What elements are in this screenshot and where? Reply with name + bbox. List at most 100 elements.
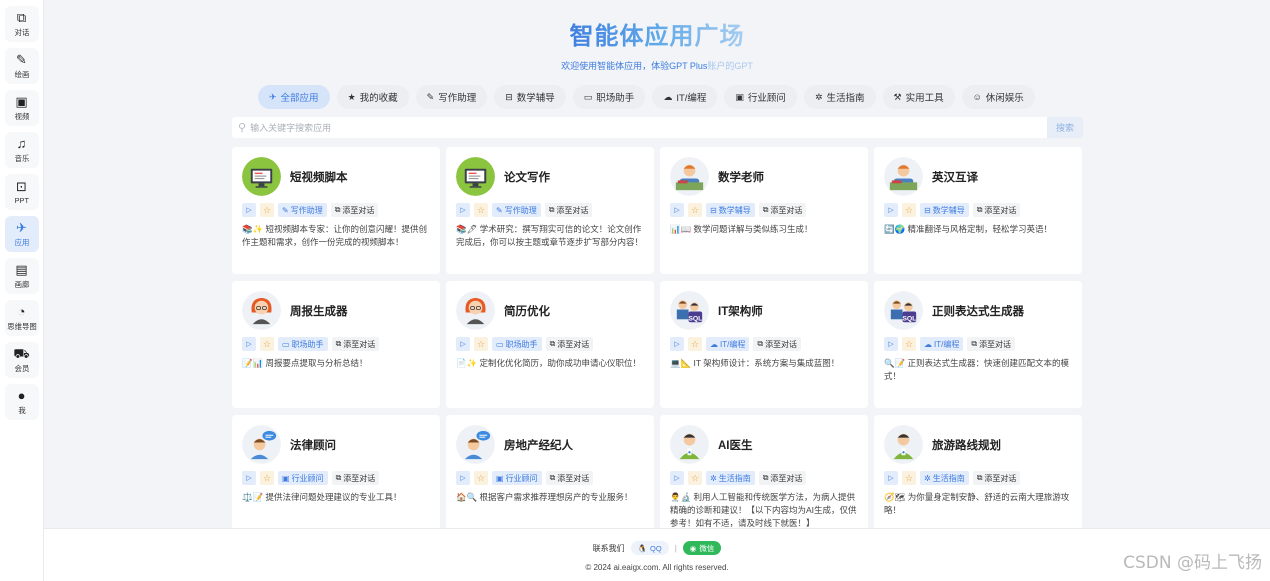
add-to-chat-button[interactable]: ⧉ 添至对话 xyxy=(331,337,380,351)
category-tab-2[interactable]: ✎ 写作助理 xyxy=(415,85,488,109)
play-icon[interactable]: ▷ xyxy=(456,471,470,485)
category-tag[interactable]: ⊟ 数学辅导 xyxy=(706,203,755,217)
favorite-star-icon[interactable]: ☆ xyxy=(688,337,702,351)
sidebar-item-3[interactable]: ♫ 音乐 xyxy=(4,132,39,168)
tag-label: IT/编程 xyxy=(934,339,960,349)
sidebar-item-0[interactable]: ⧉ 对话 xyxy=(4,6,39,42)
add-to-chat-button[interactable]: ⧉ 添至对话 xyxy=(330,203,379,217)
favorite-star-icon[interactable]: ☆ xyxy=(260,203,274,217)
app-card[interactable]: 房地产经纪人 ▷ ☆ ▣ 行业顾问 ⧉ 添至对话 🏠🔍 根据客户需求推荐理想房产的专业服务！ xyxy=(446,415,654,540)
app-card[interactable]: 周报生成器 ▷ ☆ ▭ 职场助手 ⧉ 添至对话 📝📊 周报要点提取与分析总结！ xyxy=(232,281,440,408)
category-tag[interactable]: ▣ 行业顾问 xyxy=(278,471,328,485)
category-tag[interactable]: ▭ 职场助手 xyxy=(492,337,542,351)
sidebar-item-4[interactable]: ⊡ PPT xyxy=(4,174,39,210)
category-tab-5[interactable]: ☁ IT/编程 xyxy=(652,85,718,109)
category-tag[interactable]: ✎ 写作助理 xyxy=(278,203,327,217)
search-button[interactable]: 搜索 xyxy=(1047,117,1083,138)
add-to-chat-button[interactable]: ⧉ 添至对话 xyxy=(758,471,807,485)
add-to-chat-button[interactable]: ⧉ 添至对话 xyxy=(967,337,1016,351)
add-to-chat-button[interactable]: ⧉ 添至对话 xyxy=(758,203,807,217)
category-tag[interactable]: ☁ IT/编程 xyxy=(920,337,964,351)
play-icon[interactable]: ▷ xyxy=(670,337,684,351)
favorite-star-icon[interactable]: ☆ xyxy=(474,203,488,217)
add-to-chat-button[interactable]: ⧉ 添至对话 xyxy=(972,471,1021,485)
favorite-star-icon[interactable]: ☆ xyxy=(688,203,702,217)
page-title: 智能体应用广场 xyxy=(569,23,745,50)
category-tab-9[interactable]: ☺ 休闲娱乐 xyxy=(961,85,1035,109)
sidebar-item-2[interactable]: ▣ 视频 xyxy=(4,90,39,126)
play-icon[interactable]: ▷ xyxy=(884,471,898,485)
search-input[interactable] xyxy=(250,122,1047,133)
add-to-chat-button[interactable]: ⧉ 添至对话 xyxy=(545,337,594,351)
sidebar-item-5[interactable]: ✈ 应用 xyxy=(4,216,39,252)
category-tag[interactable]: ✲ 生活指南 xyxy=(920,471,969,485)
sidebar-item-1[interactable]: ✎ 绘画 xyxy=(4,48,39,84)
category-tag[interactable]: ⊟ 数学辅导 xyxy=(920,203,969,217)
card-header: 周报生成器 xyxy=(242,291,430,330)
qq-button[interactable]: 🐧 QQ xyxy=(630,541,669,555)
sidebar-item-9[interactable]: ● 我 xyxy=(4,384,39,420)
search-bar: ⚲ 搜索 xyxy=(232,117,1083,138)
add-to-chat-button[interactable]: ⧉ 添至对话 xyxy=(544,203,593,217)
card-header: 法律顾问 xyxy=(242,425,430,464)
category-tab-0[interactable]: ✈ 全部应用 xyxy=(258,85,330,109)
sidebar-item-8[interactable]: ⛟ 会员 xyxy=(4,342,39,378)
category-tab-6[interactable]: ▣ 行业顾问 xyxy=(724,85,797,109)
card-actions: ▷ ☆ ▭ 职场助手 ⧉ 添至对话 xyxy=(242,337,430,351)
add-to-chat-button[interactable]: ⧉ 添至对话 xyxy=(753,337,802,351)
play-icon[interactable]: ▷ xyxy=(884,203,898,217)
app-avatar xyxy=(670,425,709,464)
favorite-star-icon[interactable]: ☆ xyxy=(474,337,488,351)
favorite-star-icon[interactable]: ☆ xyxy=(902,203,916,217)
category-tag[interactable]: ☁ IT/编程 xyxy=(706,337,750,351)
app-title: IT架构师 xyxy=(718,305,763,318)
play-icon[interactable]: ▷ xyxy=(670,471,684,485)
favorite-star-icon[interactable]: ☆ xyxy=(902,471,916,485)
play-icon[interactable]: ▷ xyxy=(670,203,684,217)
favorite-star-icon[interactable]: ☆ xyxy=(688,471,702,485)
category-icon: ☁ xyxy=(663,91,673,102)
category-tab-4[interactable]: ▭ 职场助手 xyxy=(572,85,646,109)
wechat-button[interactable]: ◉ 微信 xyxy=(682,541,722,555)
app-card[interactable]: SQL IT架构师 ▷ ☆ ☁ IT/编程 ⧉ 添至对话 💻📐 IT 架构师设计：系统方案与集成… xyxy=(660,281,868,408)
app-card[interactable]: 简历优化 ▷ ☆ ▭ 职场助手 ⧉ 添至对话 📄✨ 定制化优化简历，助你成功申请心仪职位！ xyxy=(446,281,654,408)
category-tag[interactable]: ✎ 写作助理 xyxy=(492,203,541,217)
category-tab-3[interactable]: ⊟ 数学辅导 xyxy=(494,85,566,109)
favorite-star-icon[interactable]: ☆ xyxy=(260,471,274,485)
app-card[interactable]: 数学老师 ▷ ☆ ⊟ 数学辅导 ⧉ 添至对话 📊📖 数学问题详解与类似练习生成！ xyxy=(660,147,868,274)
add-to-chat-button[interactable]: ⧉ 添至对话 xyxy=(331,471,380,485)
category-tab-8[interactable]: ⚒ 实用工具 xyxy=(882,85,955,109)
app-card[interactable]: 法律顾问 ▷ ☆ ▣ 行业顾问 ⧉ 添至对话 ⚖️📝 提供法律问题处理建议的专业工具！ xyxy=(232,415,440,540)
tag-label: 生活指南 xyxy=(718,473,751,483)
app-card[interactable]: SQL 正则表达式生成器 ▷ ☆ ☁ IT/编程 ⧉ 添至对话 🔍📝 正则表达式生成器：快速创建… xyxy=(874,281,1082,408)
app-card[interactable]: 论文写作 ▷ ☆ ✎ 写作助理 ⧉ 添至对话 📚🖊 学术研究：撰写翔实可信的论文！论文创作完成… xyxy=(446,147,654,274)
app-title: 房地产经纪人 xyxy=(504,439,573,452)
play-icon[interactable]: ▷ xyxy=(884,337,898,351)
chat-icon: ⧉ xyxy=(976,205,983,214)
tag-icon: ☁ xyxy=(924,339,932,349)
app-card[interactable]: 短视频脚本 ▷ ☆ ✎ 写作助理 ⧉ 添至对话 📚✨ 短视频脚本专家：让你的创意闪耀！提供创作… xyxy=(232,147,440,274)
category-tab-1[interactable]: ★ 我的收藏 xyxy=(336,85,409,109)
brush-icon: ✎ xyxy=(16,51,27,67)
sidebar: ⧉ 对话 ✎ 绘画 ▣ 视频 ♫ 音乐 ⊡ PPT ✈ 应用 ▤ 画廊 ◔ 思维导图 ⛟ 会员 ● 我 xyxy=(0,0,44,581)
sidebar-item-7[interactable]: ◔ 思维导图 xyxy=(4,300,39,336)
app-card[interactable]: 旅游路线规划 ▷ ☆ ✲ 生活指南 ⧉ 添至对话 🧭🗺 为你量身定制安静、舒适的云南大理旅游攻… xyxy=(874,415,1082,540)
favorite-star-icon[interactable]: ☆ xyxy=(474,471,488,485)
favorite-star-icon[interactable]: ☆ xyxy=(902,337,916,351)
sidebar-item-6[interactable]: ▤ 画廊 xyxy=(4,258,39,294)
play-icon[interactable]: ▷ xyxy=(242,337,256,351)
category-tab-7[interactable]: ✲ 生活指南 xyxy=(803,85,876,109)
add-to-chat-button[interactable]: ⧉ 添至对话 xyxy=(545,471,594,485)
app-title: 简历优化 xyxy=(504,305,550,318)
play-icon[interactable]: ▷ xyxy=(242,203,256,217)
app-card[interactable]: 英汉互译 ▷ ☆ ⊟ 数学辅导 ⧉ 添至对话 🔄🌍 精准翻译与风格定制，轻松学习英语！ xyxy=(874,147,1082,274)
favorite-star-icon[interactable]: ☆ xyxy=(260,337,274,351)
play-icon[interactable]: ▷ xyxy=(456,203,470,217)
play-icon[interactable]: ▷ xyxy=(456,337,470,351)
category-tag[interactable]: ▭ 职场助手 xyxy=(278,337,328,351)
add-to-chat-button[interactable]: ⧉ 添至对话 xyxy=(972,203,1021,217)
category-tag[interactable]: ▣ 行业顾问 xyxy=(492,471,542,485)
app-card[interactable]: AI医生 ▷ ☆ ✲ 生活指南 ⧉ 添至对话 👨‍⚕️🔬 利用人工智能和传统医学方法，为病人提… xyxy=(660,415,868,540)
category-tag[interactable]: ✲ 生活指南 xyxy=(706,471,755,485)
play-icon[interactable]: ▷ xyxy=(242,471,256,485)
